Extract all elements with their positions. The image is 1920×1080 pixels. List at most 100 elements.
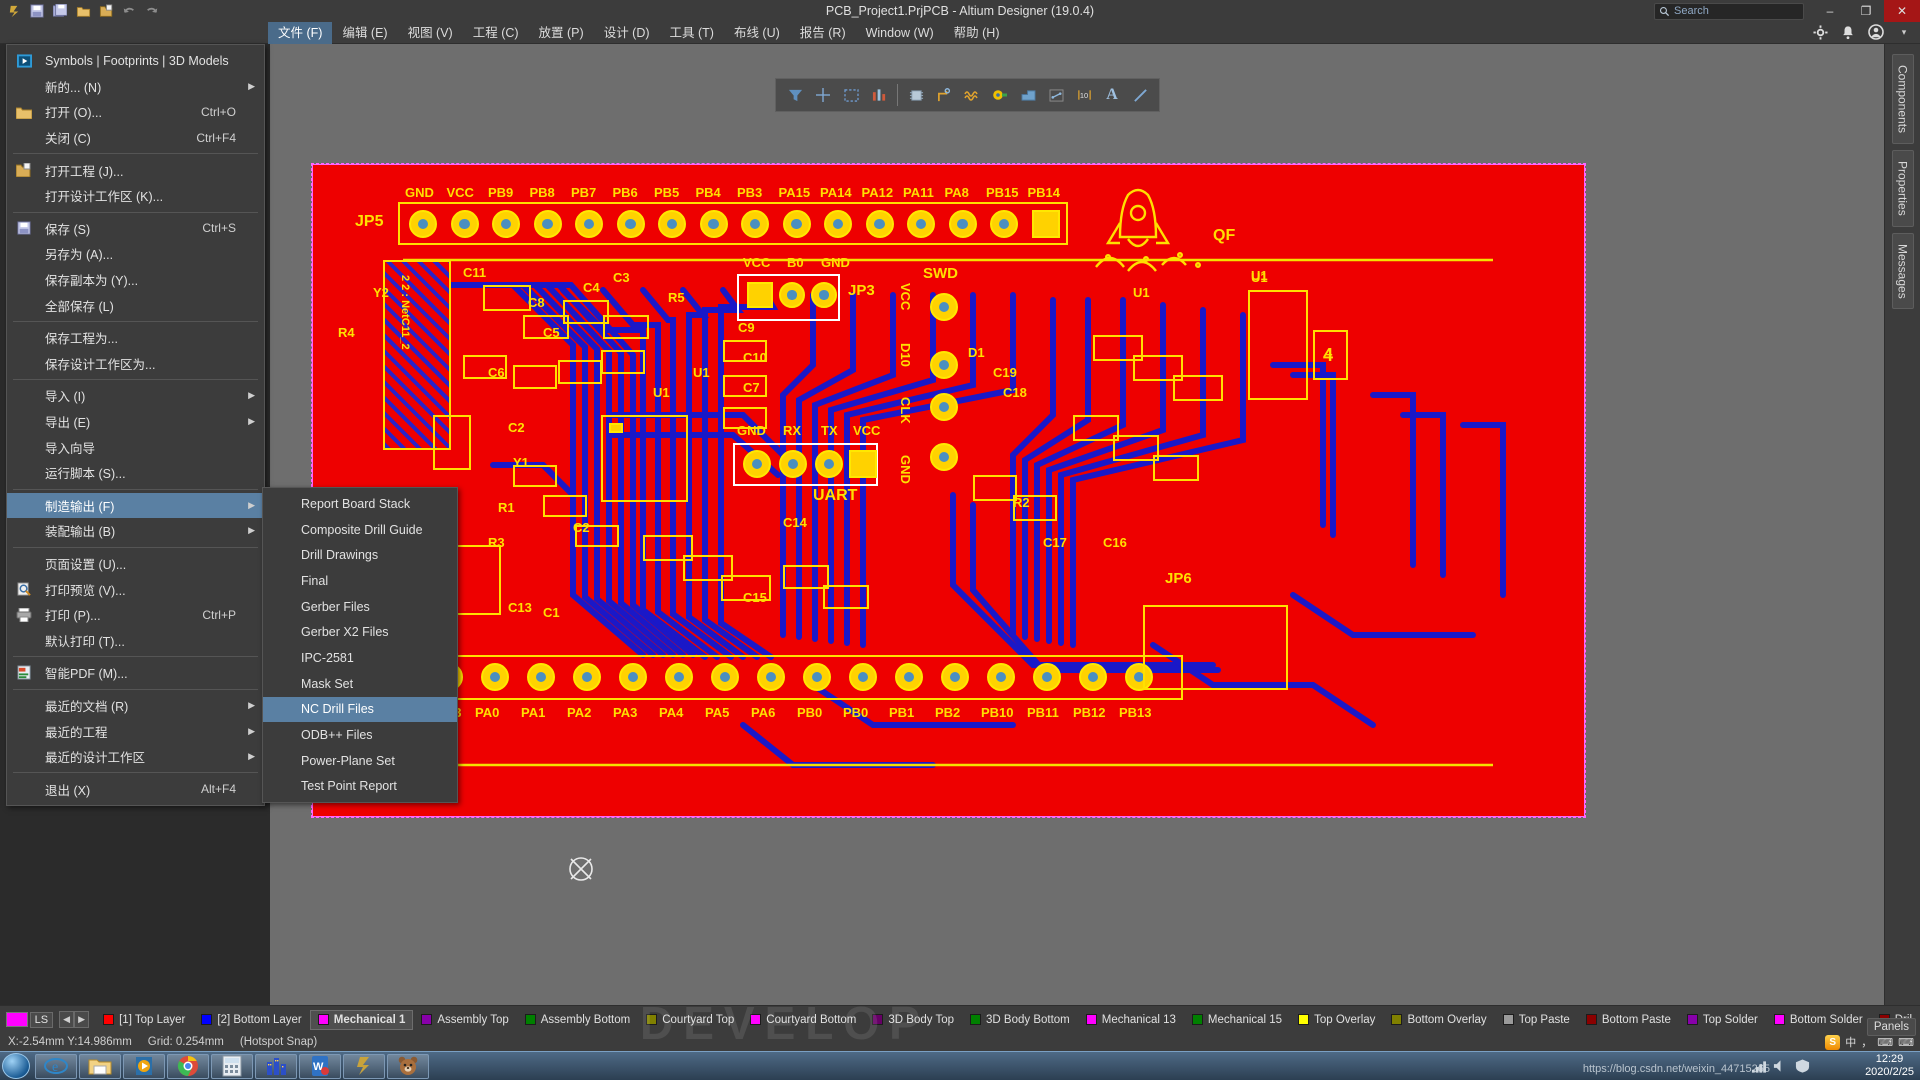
place-dimension-icon[interactable] <box>1043 82 1069 108</box>
file-menu-item-29[interactable]: 智能PDF (M)... <box>7 660 264 686</box>
header-pad-PB4[interactable] <box>699 210 728 238</box>
pad-uart-tx[interactable] <box>815 450 843 478</box>
file-menu-item-10[interactable]: 保存副本为 (Y)... <box>7 267 264 293</box>
search-input[interactable]: Search <box>1654 2 1804 20</box>
gear-icon[interactable] <box>1812 24 1828 40</box>
component-footprint-28[interactable] <box>433 415 471 470</box>
interactive-routing-icon[interactable] <box>931 82 957 108</box>
file-menu-item-32[interactable]: 最近的工程 ▶ <box>7 718 264 744</box>
header-pad-VCC[interactable] <box>450 210 479 238</box>
ime-toolbox-icon[interactable]: ⌨ <box>1877 1036 1893 1049</box>
file-menu-item-21[interactable]: 制造输出 (F) ▶ <box>7 492 264 519</box>
pad-swd-gnd[interactable] <box>930 443 958 471</box>
header-pad-PA8[interactable] <box>948 210 977 238</box>
fabrication-item-8[interactable]: NC Drill Files <box>263 696 457 723</box>
file-menu-item-14[interactable]: 保存设计工作区为... <box>7 351 264 377</box>
header-pad-PB3[interactable] <box>741 210 769 238</box>
header-pad-PB9[interactable] <box>492 210 520 238</box>
altium-logo-icon[interactable] <box>4 2 24 20</box>
fabrication-item-9[interactable]: ODB++ Files <box>263 722 457 748</box>
restore-button[interactable]: ❐ <box>1848 0 1884 22</box>
layer-prev-button[interactable]: ◀ <box>59 1011 75 1028</box>
pad-jp3-1[interactable] <box>747 282 773 308</box>
bottom-pad-PB11-13[interactable] <box>1033 663 1061 691</box>
component-footprint-27[interactable] <box>453 545 501 615</box>
layer-tab-courtyard-top[interactable]: Courtyard Top <box>638 1010 742 1030</box>
file-menu-item-0[interactable]: Symbols | Footprints | 3D Models <box>7 48 264 74</box>
header-pad-PA15[interactable] <box>782 210 811 238</box>
layer-tab-bottom-paste[interactable]: Bottom Paste <box>1578 1010 1679 1030</box>
jp6-usb-outline[interactable] <box>1143 605 1288 690</box>
header-pad-PB15[interactable] <box>990 210 1018 238</box>
file-menu-item-8[interactable]: 保存 (S) Ctrl+S <box>7 216 264 242</box>
keil-uvision-icon[interactable] <box>255 1053 297 1079</box>
bottom-pad-PB12-14[interactable] <box>1079 663 1107 691</box>
file-menu-item-27[interactable]: 默认打印 (T)... <box>7 627 264 653</box>
save-icon[interactable] <box>27 2 47 20</box>
file-menu-item-6[interactable]: 打开设计工作区 (K)... <box>7 183 264 209</box>
media-player-icon[interactable] <box>123 1053 165 1079</box>
component-footprint-3[interactable] <box>603 315 649 339</box>
layer-tab-3d-body-bottom[interactable]: 3D Body Bottom <box>962 1010 1078 1030</box>
ime-keyboard-icon[interactable]: ⌨ <box>1898 1036 1914 1049</box>
pcb-canvas[interactable]: 10 A JP5 GND VCC PB9 PB8 PB7 PB6 PB5 PB4… <box>270 44 1884 1005</box>
header-pad-PB5[interactable] <box>658 210 686 238</box>
file-menu-item-35[interactable]: 退出 (X) Alt+F4 <box>7 776 264 802</box>
component-footprint-24[interactable] <box>1153 455 1199 481</box>
menu-reports[interactable]: 报告 (R) <box>790 22 856 44</box>
file-menu-item-33[interactable]: 最近的设计工作区 ▶ <box>7 744 264 770</box>
close-button[interactable]: ✕ <box>1884 0 1920 22</box>
menu-window[interactable]: Window (W) <box>856 22 944 44</box>
bear-app-icon[interactable] <box>387 1053 429 1079</box>
layer-tab-bottom-overlay[interactable]: Bottom Overlay <box>1383 1010 1494 1030</box>
component-footprint-21[interactable] <box>1173 375 1223 401</box>
bottom-pad-PB2-11[interactable] <box>941 663 969 691</box>
layer-tab-assembly-top[interactable]: Assembly Top <box>413 1010 516 1030</box>
fabrication-item-6[interactable]: IPC-2581 <box>263 645 457 671</box>
ic-right-outline[interactable] <box>1248 290 1308 400</box>
altium-designer-icon[interactable] <box>343 1053 385 1079</box>
redo-icon[interactable] <box>142 2 162 20</box>
bottom-pad-PA5-6[interactable] <box>711 663 739 691</box>
header-pad-PB14[interactable] <box>1031 210 1060 238</box>
file-menu-item-3[interactable]: 关闭 (C) Ctrl+F4 <box>7 125 264 151</box>
header-pad-PA11[interactable] <box>907 210 935 238</box>
fabrication-outputs-submenu[interactable]: Report Board Stack Composite Drill Guide D… <box>262 487 458 804</box>
pad-swd-clk[interactable] <box>930 393 958 421</box>
header-pad-PA14[interactable] <box>824 210 852 238</box>
bottom-pad-PB1-10[interactable] <box>895 663 923 691</box>
open-folder-icon[interactable] <box>73 2 93 20</box>
menu-place[interactable]: 放置 (P) <box>529 22 594 44</box>
pad-uart-rx[interactable] <box>779 450 807 478</box>
file-menu-item-11[interactable]: 全部保存 (L) <box>7 292 264 318</box>
layer-tab-mechanical-13[interactable]: Mechanical 13 <box>1078 1010 1184 1030</box>
panels-button[interactable]: Panels <box>1866 1018 1916 1036</box>
fabrication-item-7[interactable]: Mask Set <box>263 671 457 697</box>
bottom-pad-PA2-3[interactable] <box>573 663 601 691</box>
file-explorer-icon[interactable] <box>79 1053 121 1079</box>
file-menu-item-5[interactable]: 打开工程 (J)... <box>7 157 264 183</box>
filter-icon[interactable] <box>782 82 808 108</box>
file-menu-item-24[interactable]: 页面设置 (U)... <box>7 551 264 577</box>
layer-tab-courtyard-bottom[interactable]: Courtyard Bottom <box>742 1010 864 1030</box>
bottom-pad-PA4-5[interactable] <box>665 663 693 691</box>
pad-uart-vcc[interactable] <box>849 450 877 478</box>
calculator-icon[interactable] <box>211 1053 253 1079</box>
place-via-icon[interactable] <box>987 82 1013 108</box>
component-footprint-0[interactable] <box>483 285 531 311</box>
internet-explorer-icon[interactable]: e <box>35 1053 77 1079</box>
ime-indicator[interactable]: S 中 ， ⌨ ⌨ <box>1825 1034 1914 1050</box>
ime-mode[interactable]: 中 <box>1845 1034 1856 1050</box>
component-footprint-25[interactable] <box>973 475 1017 501</box>
active-layer-swatch[interactable] <box>6 1012 28 1027</box>
fabrication-item-0[interactable]: Report Board Stack <box>263 491 457 517</box>
google-chrome-icon[interactable] <box>167 1053 209 1079</box>
panel-tab-properties[interactable]: Properties <box>1891 150 1914 227</box>
bottom-pad-PA3-4[interactable] <box>619 663 647 691</box>
component-footprint-18[interactable] <box>823 585 869 609</box>
file-menu-item-2[interactable]: 打开 (O)... Ctrl+O <box>7 99 264 125</box>
fabrication-item-11[interactable]: Test Point Report <box>263 774 457 800</box>
pad-uart-gnd[interactable] <box>743 450 771 478</box>
header-pad-PA12[interactable] <box>865 210 894 238</box>
fabrication-item-3[interactable]: Final <box>263 568 457 594</box>
